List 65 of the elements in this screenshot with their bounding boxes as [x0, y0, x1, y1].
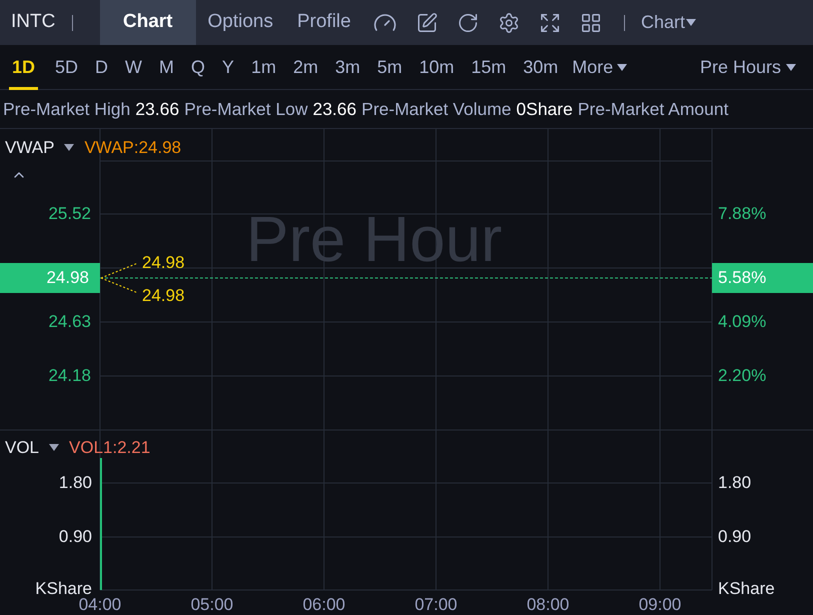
pen-icon[interactable]: [416, 12, 438, 34]
price-axis-label: 24.63: [48, 313, 91, 330]
callout-price-label: 24.98: [142, 254, 185, 271]
current-price-tag: 24.98: [0, 263, 100, 293]
refresh-icon[interactable]: [456, 12, 479, 34]
timeframe-tab[interactable]: W: [122, 44, 146, 90]
volume-axis-label: KShare: [35, 580, 92, 597]
stat-value: 0Share: [516, 98, 573, 121]
chart-type-dropdown[interactable]: Chart: [640, 9, 696, 36]
timeframe-tab[interactable]: 1m: [248, 44, 280, 90]
volume-axis-label: KShare: [718, 580, 775, 597]
timeframe-tab[interactable]: 1D: [9, 44, 38, 90]
more-dropdown[interactable]: More: [572, 54, 628, 80]
timeframe-tab[interactable]: 5D: [52, 44, 82, 90]
timeframe-tab[interactable]: Y: [219, 44, 238, 90]
tab[interactable]: Profile: [285, 0, 363, 45]
time-axis-label: 09:00: [638, 596, 682, 613]
stat-label: Pre-Market Volume: [362, 98, 512, 121]
price-axis-label: 25.52: [48, 205, 91, 222]
volume-axis-label: 0.90: [58, 528, 92, 545]
percent-axis-label: 7.88%: [718, 205, 766, 222]
indicator-dropdown[interactable]: VOL: [5, 435, 60, 460]
timeframe-tab[interactable]: 15m: [468, 44, 510, 90]
tab[interactable]: Chart: [100, 0, 196, 45]
current-change-tag: 5.58%: [712, 263, 813, 293]
timeframe-tab[interactable]: Q: [188, 44, 208, 90]
volume-axis-label: 0.90: [718, 528, 752, 545]
callout-lines: [101, 262, 139, 294]
caret-icon: [64, 144, 74, 152]
stat-label: Pre-Market High: [3, 98, 130, 121]
timeframe-tab[interactable]: M: [156, 44, 178, 90]
ticker-symbol: INTC: [10, 10, 56, 34]
callout-price-label: 24.98: [142, 287, 185, 304]
timeframe-tab[interactable]: 2m: [290, 44, 322, 90]
time-axis-label: 08:00: [526, 596, 570, 613]
timeframe-tab[interactable]: 5m: [374, 44, 406, 90]
session-dropdown[interactable]: Pre Hours: [700, 54, 796, 80]
tab[interactable]: Options: [196, 0, 286, 45]
timeframe-tab[interactable]: 10m: [416, 44, 458, 90]
volume-axis-label: 1.80: [718, 474, 752, 491]
timeframe-tab[interactable]: D: [92, 44, 112, 90]
stat-label: Pre-Market Amount: [578, 98, 728, 121]
percent-axis-label: 4.09%: [718, 313, 766, 330]
price-axis-label: 24.18: [48, 367, 91, 384]
caret-icon: [617, 64, 628, 70]
percent-axis-label: 2.20%: [718, 367, 766, 384]
time-axis-label: 04:00: [78, 596, 122, 613]
grid-icon[interactable]: [580, 12, 602, 34]
time-axis-label: 07:00: [414, 596, 458, 613]
time-axis-label: 06:00: [302, 596, 346, 613]
time-axis-label: 05:00: [190, 596, 234, 613]
timeframe-tab[interactable]: 30m: [520, 44, 562, 90]
stat-label: Pre-Market Low: [184, 98, 308, 121]
caret-icon: [786, 64, 796, 70]
caret-icon: [686, 19, 696, 26]
stat-value: 23.66: [312, 98, 357, 121]
settings-icon[interactable]: [498, 12, 520, 34]
fullscreen-icon[interactable]: [538, 12, 561, 34]
timeframe-tab[interactable]: 3m: [332, 44, 364, 90]
indicator-dropdown[interactable]: VWAP: [5, 135, 74, 160]
stat-value: 23.66: [135, 98, 180, 121]
volume-axis-label: 1.80: [58, 474, 92, 491]
indicator-value: VOL1:2.21: [69, 437, 150, 459]
caret-icon: [49, 444, 60, 452]
indicator-value: VWAP:24.98: [84, 137, 182, 159]
